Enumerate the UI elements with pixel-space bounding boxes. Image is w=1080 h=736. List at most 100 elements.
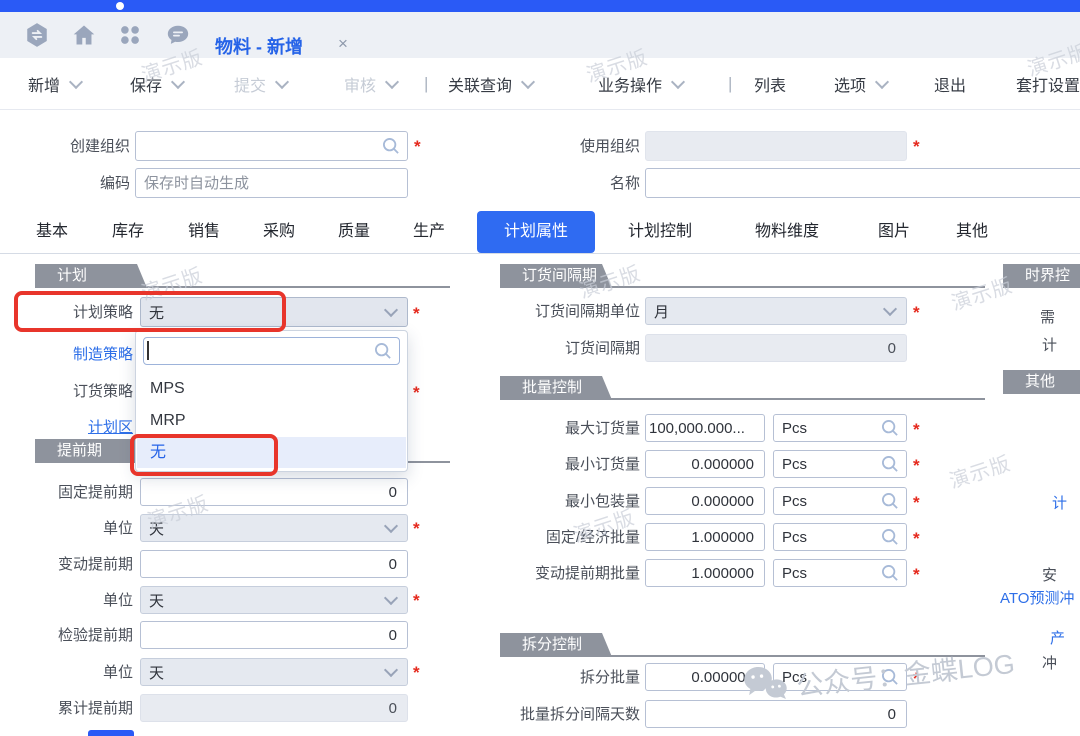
split-batch-input[interactable]: 0.000000 [645,663,765,691]
plan-area-label[interactable]: 计划区 [0,413,133,443]
split-batch-unit[interactable]: Pcs [773,663,907,691]
tab-purchase[interactable]: 采购 [257,211,301,253]
horizontal-scroll-indicator[interactable] [88,730,134,736]
var-leadtime-unit-select[interactable]: 天 [140,586,408,614]
chevron-down-icon [275,74,289,88]
required-mark: * [413,587,420,615]
fixed-leadtime-unit-select[interactable]: 天 [140,514,408,542]
search-icon[interactable] [880,491,900,511]
search-icon[interactable] [880,418,900,438]
section-order-interval: 订货间隔期 [500,264,612,288]
menu-save[interactable]: 保存 [130,58,183,110]
interval-unit-select[interactable]: 月 [645,297,907,325]
fixed-economic-batch-input[interactable]: 1.000000 [645,523,765,551]
max-order-qty-unit[interactable]: Pcs [773,414,907,442]
min-order-qty-label: 最小订货量 [470,450,640,480]
chevron-down-icon [385,74,399,88]
inspect-leadtime-label: 检验提前期 [0,621,133,651]
section-batch-control: 批量控制 [500,376,612,400]
plan-strategy-select[interactable]: 无 [140,297,408,327]
var-leadtime-input[interactable]: 0 [140,550,408,578]
section-leadtime: 提前期 [35,439,147,463]
min-order-qty-input[interactable]: 0.000000 [645,450,765,478]
max-order-qty-label: 最大订货量 [470,414,640,444]
search-icon[interactable] [880,527,900,547]
required-mark: * [913,525,920,553]
required-mark: * [913,561,920,589]
var-leadtime-batch-unit[interactable]: Pcs [773,559,907,587]
search-icon[interactable] [373,341,393,361]
tab-sales[interactable]: 销售 [182,211,226,253]
required-mark: * [413,379,420,407]
min-order-qty-unit[interactable]: Pcs [773,450,907,478]
text-cursor [147,341,149,360]
split-interval-days-input[interactable]: 0 [645,700,907,728]
tab-production[interactable]: 生产 [407,211,451,253]
menu-related-query[interactable]: 关联查询 [448,58,533,110]
menu-options[interactable]: 选项 [834,58,887,110]
cum-leadtime-label: 累计提前期 [0,694,133,724]
required-mark: * [913,416,920,444]
document-tab-title[interactable]: 物料 - 新增 [215,33,303,59]
fixed-economic-batch-unit[interactable]: Pcs [773,523,907,551]
search-icon[interactable] [880,454,900,474]
partial-offset-label: 冲 [1002,649,1057,679]
tab-other[interactable]: 其他 [950,211,994,253]
tab-basic[interactable]: 基本 [30,211,74,253]
menu-exit[interactable]: 退出 [934,58,966,110]
min-pack-qty-unit[interactable]: Pcs [773,487,907,515]
required-mark: * [413,659,420,687]
unit-label: 单位 [0,658,133,688]
menu-business-ops[interactable]: 业务操作 [598,58,683,110]
inspect-leadtime-input[interactable]: 0 [140,621,408,649]
split-batch-label: 拆分批量 [470,663,640,693]
apps-grid-icon[interactable] [117,22,143,48]
name-input[interactable] [645,168,1080,198]
required-mark: * [413,515,420,543]
search-icon[interactable] [880,563,900,583]
partial-plan-label: 计 [1002,331,1057,361]
use-org-input[interactable] [645,131,907,161]
close-tab-icon[interactable]: × [338,34,348,54]
menu-audit[interactable]: 审核 [344,58,397,110]
home-icon[interactable] [71,22,97,48]
tab-material-dimension[interactable]: 物料维度 [744,211,830,253]
tab-quality[interactable]: 质量 [332,211,376,253]
chevron-down-icon [69,74,83,88]
partial-blue-plan-label[interactable]: 计 [1012,489,1067,519]
create-org-input[interactable] [135,131,408,161]
tab-plan-control[interactable]: 计划控制 [620,211,700,253]
menu-submit[interactable]: 提交 [234,58,287,110]
message-icon[interactable] [165,22,191,48]
menu-new[interactable]: 新增 [28,58,81,110]
make-strategy-label[interactable]: 制造策略 [0,340,133,370]
tab-inventory[interactable]: 库存 [106,211,150,253]
dropdown-search-input[interactable] [143,337,400,365]
fixed-leadtime-input[interactable]: 0 [140,478,408,506]
min-pack-qty-input[interactable]: 0.000000 [645,487,765,515]
ato-forecast-label[interactable]: ATO预测冲 [1000,584,1080,614]
inspect-leadtime-unit-select[interactable]: 天 [140,658,408,686]
code-input[interactable] [135,168,408,198]
dropdown-option-mps[interactable]: MPS [137,373,406,405]
var-leadtime-batch-label: 变动提前期批量 [470,559,640,589]
chevron-down-icon [883,302,897,316]
dropdown-option-none[interactable]: 无 [137,437,406,468]
tab-image[interactable]: 图片 [872,211,916,253]
app-window: 物料 - 新增 × 新增 保存 提交 审核 | 关联查询 业务操作 | 列表 选… [0,0,1080,736]
var-leadtime-batch-input[interactable]: 1.000000 [645,559,765,587]
search-icon[interactable] [880,667,900,687]
use-org-label: 使用组织 [530,132,640,162]
max-order-qty-input[interactable]: 100,000.000... [645,414,765,442]
required-mark: * [414,133,421,161]
fixed-economic-batch-label: 固定/经济批量 [470,523,640,553]
menu-list[interactable]: 列表 [754,58,786,110]
required-mark: * [413,300,420,328]
section-split-control: 拆分控制 [500,633,612,657]
tab-plan-attributes[interactable]: 计划属性 [477,211,595,253]
search-icon[interactable] [381,136,401,156]
sync-icon[interactable] [24,22,50,48]
dropdown-option-mrp[interactable]: MRP [137,405,406,437]
menu-print-setup[interactable]: 套打设置 [1016,58,1080,110]
section-plan: 计划 [35,264,147,288]
